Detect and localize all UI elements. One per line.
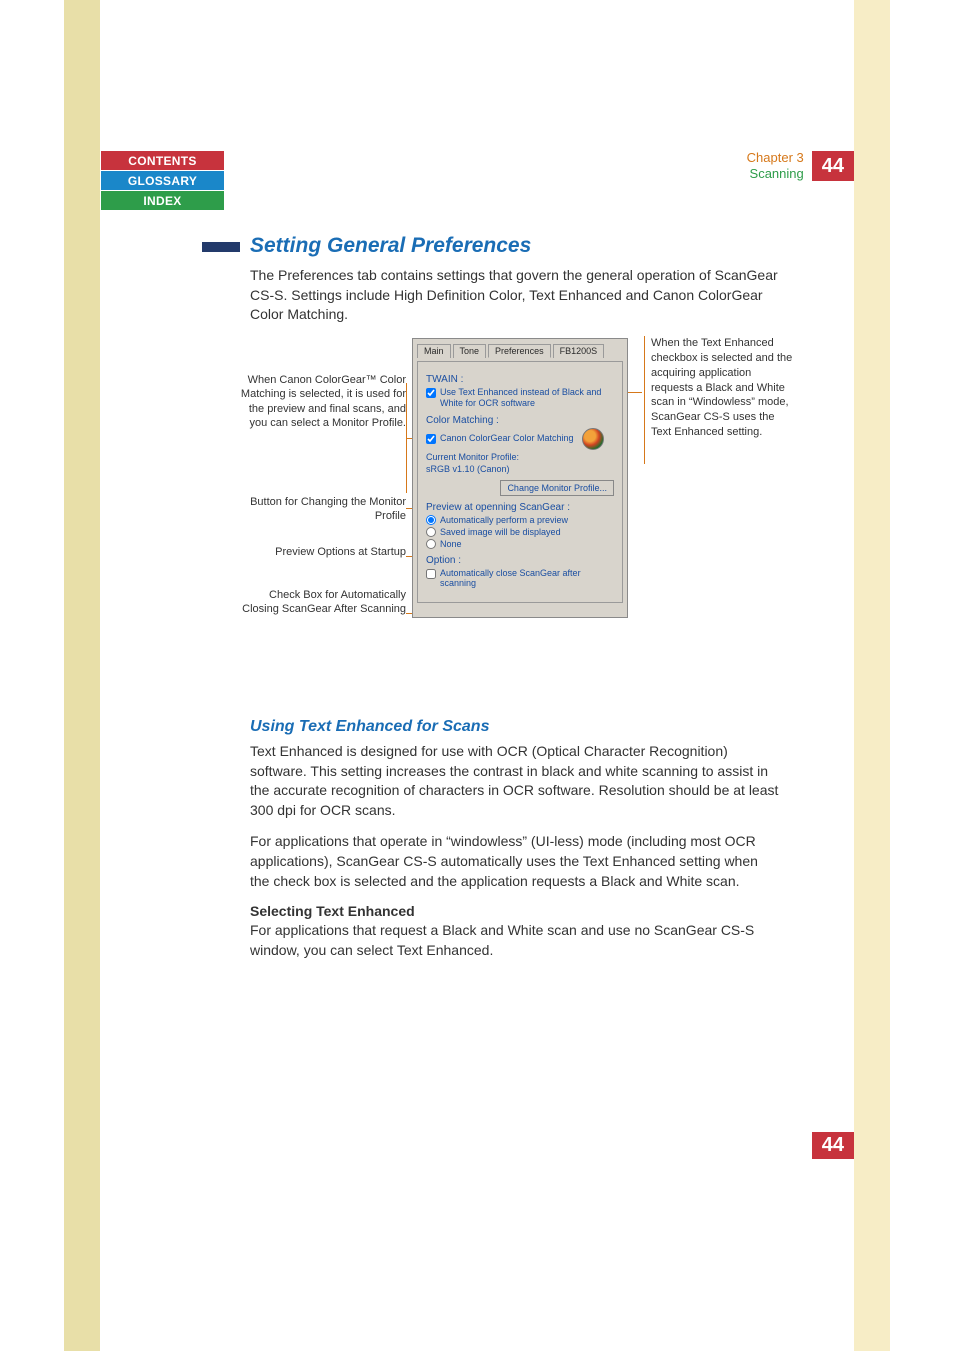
callout-change-profile: Button for Changing the Monitor Profile — [236, 495, 406, 524]
tab-model[interactable]: FB1200S — [553, 344, 605, 358]
text-enhanced-checkbox-label: Use Text Enhanced instead of Black and W… — [440, 387, 614, 409]
preview-group-label: Preview at openning ScanGear : — [426, 502, 614, 513]
preview-radio-none-input[interactable] — [426, 539, 436, 549]
auto-close-checkbox-label: Automatically close ScanGear after scann… — [440, 568, 614, 590]
paragraph-select-te: For applications that request a Black an… — [250, 921, 780, 960]
section-heading: Setting General Preferences — [250, 234, 780, 258]
paragraph-windowless: For applications that operate in “window… — [250, 832, 780, 891]
subsection-heading: Using Text Enhanced for Scans — [250, 718, 780, 736]
nav-index-button[interactable]: INDEX — [100, 190, 224, 210]
callout-auto-close: Check Box for Automatically Closing Scan… — [236, 588, 406, 617]
connector-line — [628, 392, 642, 393]
left-color-strip — [64, 0, 100, 1351]
preview-radio-auto[interactable]: Automatically perform a preview — [426, 515, 614, 525]
preview-radio-auto-input[interactable] — [426, 515, 436, 525]
color-matching-group-label: Color Matching : — [426, 415, 614, 426]
tab-preferences[interactable]: Preferences — [488, 344, 551, 358]
preview-radio-saved[interactable]: Saved image will be displayed — [426, 527, 614, 537]
page-number-bottom: 44 — [812, 1132, 854, 1159]
panel-tabs: Main Tone Preferences FB1200S — [417, 343, 623, 357]
preview-radio-none-label: None — [440, 539, 462, 549]
text-enhanced-checkbox[interactable] — [426, 388, 436, 398]
page-number-top: 44 — [812, 151, 854, 181]
text-enhanced-checkbox-row[interactable]: Use Text Enhanced instead of Black and W… — [426, 387, 614, 409]
content-column: Setting General Preferences The Preferen… — [250, 234, 780, 337]
preview-radio-auto-label: Automatically perform a preview — [440, 515, 568, 525]
auto-close-checkbox-row[interactable]: Automatically close ScanGear after scann… — [426, 568, 614, 590]
nav-glossary-button[interactable]: GLOSSARY — [100, 170, 224, 190]
colorgear-checkbox[interactable] — [426, 434, 436, 444]
bold-subheading: Selecting Text Enhanced — [250, 903, 780, 919]
chapter-label: Chapter 3 Scanning — [747, 150, 804, 181]
twain-group-label: TWAIN : — [426, 374, 614, 385]
tab-main[interactable]: Main — [417, 344, 451, 358]
nav-stack: CONTENTS GLOSSARY INDEX — [100, 150, 224, 210]
callout-colorgear: When Canon ColorGear™ Color Matching is … — [236, 373, 406, 430]
lower-content: Using Text Enhanced for Scans Text Enhan… — [250, 694, 780, 972]
option-group-label: Option : — [426, 555, 614, 566]
preview-radio-saved-input[interactable] — [426, 527, 436, 537]
colorgear-checkbox-label: Canon ColorGear Color Matching — [440, 433, 574, 444]
preview-radio-none[interactable]: None — [426, 539, 614, 549]
preview-radio-saved-label: Saved image will be displayed — [440, 527, 561, 537]
tab-tone[interactable]: Tone — [453, 344, 487, 358]
current-profile-value: sRGB v1.10 (Canon) — [426, 464, 614, 474]
colorgear-icon — [582, 428, 604, 450]
header-right: Chapter 3 Scanning 44 — [747, 150, 854, 181]
current-profile-label: Current Monitor Profile: — [426, 452, 614, 462]
nav-contents-button[interactable]: CONTENTS — [100, 150, 224, 170]
right-color-margin — [854, 0, 890, 1351]
callout-text-enhanced: When the Text Enhanced checkbox is selec… — [644, 336, 794, 464]
connector-line — [406, 383, 407, 493]
preferences-panel-screenshot: Main Tone Preferences FB1200S TWAIN : Us… — [412, 338, 628, 618]
change-monitor-profile-button[interactable]: Change Monitor Profile... — [500, 480, 614, 496]
colorgear-checkbox-row[interactable]: Canon ColorGear Color Matching — [426, 433, 574, 444]
paragraph-ocr: Text Enhanced is designed for use with O… — [250, 742, 780, 820]
panel-body: TWAIN : Use Text Enhanced instead of Bla… — [417, 361, 623, 603]
intro-paragraph: The Preferences tab contains settings th… — [250, 266, 780, 325]
chapter-number: Chapter 3 — [747, 150, 804, 166]
auto-close-checkbox[interactable] — [426, 569, 436, 579]
callout-preview-startup: Preview Options at Startup — [236, 545, 406, 559]
chapter-title: Scanning — [747, 166, 804, 182]
preferences-diagram: When Canon ColorGear™ Color Matching is … — [236, 338, 846, 688]
